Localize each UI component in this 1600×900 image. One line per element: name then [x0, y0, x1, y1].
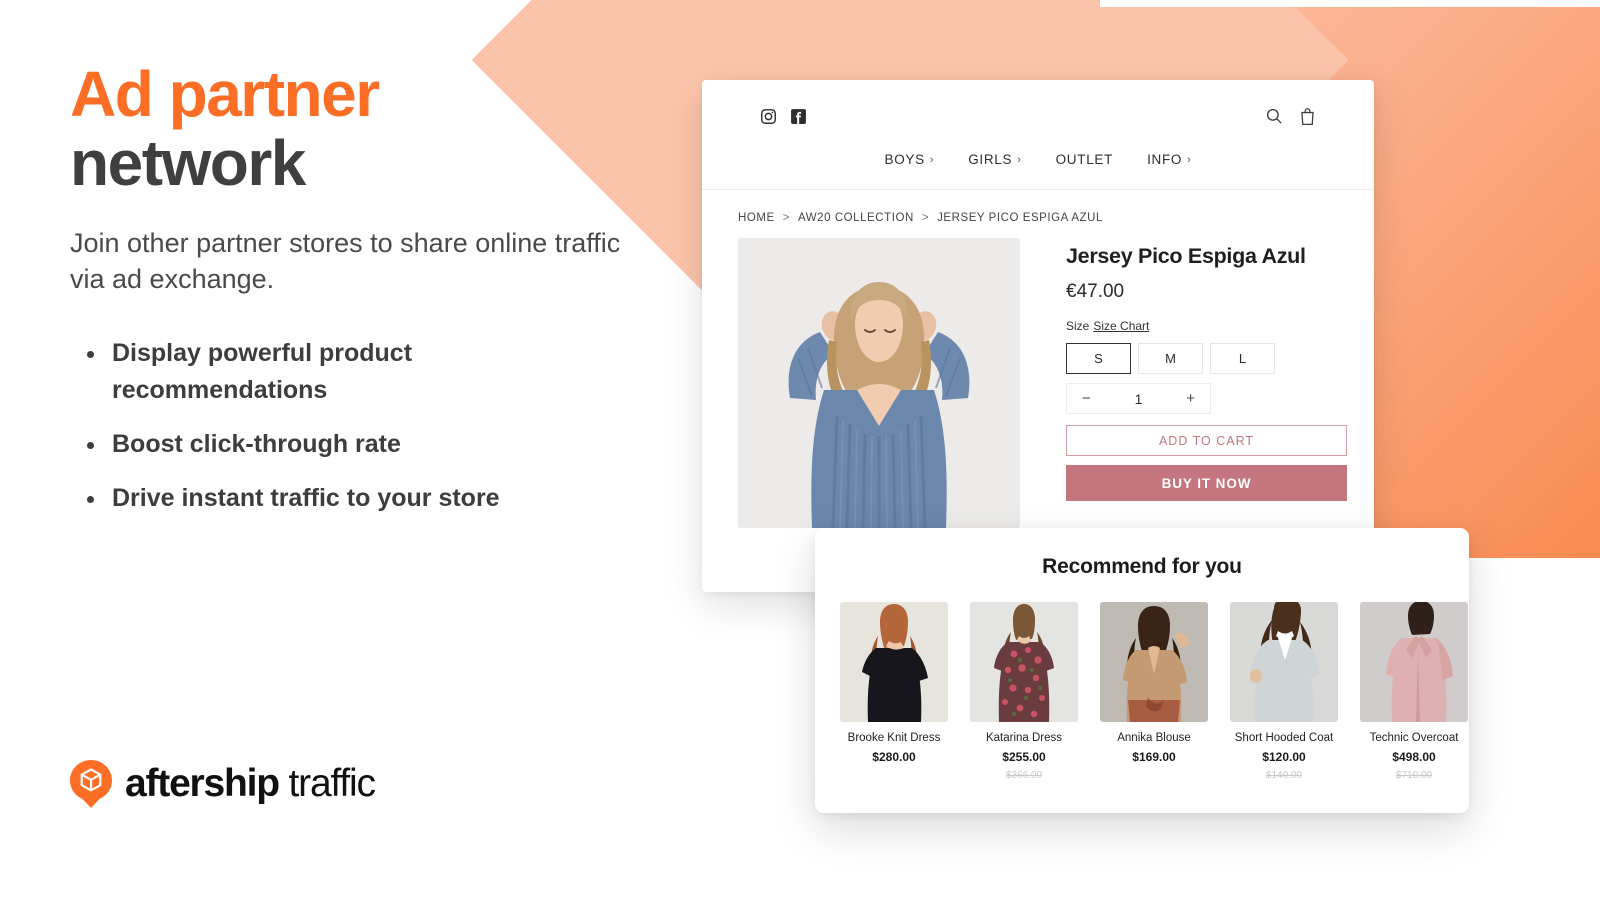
product-thumbnail[interactable] — [1100, 602, 1208, 722]
recommendation-product-list: Brooke Knit Dress $280.00 Katarina Dress… — [815, 579, 1469, 782]
store-actions — [1265, 107, 1316, 126]
product-detail-area: Jersey Pico Espiga Azul €47.00 Size Size … — [702, 224, 1374, 528]
product-thumbnail[interactable] — [1230, 602, 1338, 722]
size-label-row: Size Size Chart — [1066, 319, 1348, 333]
breadcrumb-separator: > — [921, 212, 930, 224]
chevron-right-icon: › — [1187, 153, 1192, 166]
quantity-decrement-button[interactable]: − — [1082, 390, 1091, 407]
aftership-traffic-logo: aftership traffic — [70, 760, 376, 808]
logo-product-text: traffic — [288, 762, 376, 805]
nav-label: BOYS — [884, 152, 925, 167]
nav-item-girls[interactable]: GIRLS › — [968, 152, 1021, 167]
size-chart-link[interactable]: Size Chart — [1093, 319, 1149, 333]
social-links — [760, 108, 807, 125]
size-option-s[interactable]: S — [1066, 343, 1131, 374]
nav-label: GIRLS — [968, 152, 1013, 167]
product-main-image[interactable] — [738, 238, 1020, 528]
nav-item-boys[interactable]: BOYS › — [885, 152, 935, 167]
list-item: Display powerful product recommendations — [70, 335, 630, 409]
aftership-pin-box-icon — [70, 760, 112, 808]
product-name: Katarina Dress — [985, 732, 1063, 744]
list-item[interactable]: Brooke Knit Dress $280.00 — [840, 602, 948, 782]
quantity-value[interactable]: 1 — [1135, 391, 1143, 407]
add-to-cart-button[interactable]: ADD TO CART — [1066, 425, 1347, 456]
product-thumbnail[interactable] — [970, 602, 1078, 722]
size-label: Size — [1066, 319, 1090, 333]
product-title: Jersey Pico Espiga Azul — [1066, 244, 1306, 268]
breadcrumb: HOME > AW20 COLLECTION > JERSEY PICO ESP… — [702, 190, 1374, 224]
product-price: $280.00 — [872, 750, 916, 764]
list-item[interactable]: Annika Blouse $169.00 — [1100, 602, 1208, 782]
list-item[interactable]: Katarina Dress $255.00 $366.00 — [970, 602, 1078, 782]
chevron-right-icon: › — [1017, 153, 1022, 166]
size-selector: S M L — [1066, 343, 1348, 374]
product-compare-price — [840, 770, 948, 782]
store-navigation: BOYS › GIRLS › OUTLET INFO › — [702, 152, 1374, 190]
product-price: $498.00 — [1392, 750, 1436, 764]
list-item: Boost click-through rate — [70, 426, 630, 463]
logo-wordmark: aftership traffic — [125, 762, 376, 806]
headline-accent: Ad partner — [70, 58, 380, 130]
recommendation-panel: Recommend for you Brooke Knit Dress $280… — [815, 528, 1469, 813]
product-price: €47.00 — [1066, 281, 1125, 302]
product-price: $169.00 — [1132, 750, 1176, 764]
facebook-icon[interactable] — [790, 108, 807, 125]
search-icon[interactable] — [1265, 107, 1283, 125]
nav-label: INFO — [1147, 152, 1183, 167]
recommendation-title: Recommend for you — [1042, 555, 1242, 578]
product-price: $120.00 — [1262, 750, 1306, 764]
store-topbar — [702, 80, 1374, 152]
hero-copy-column: Ad partner network Join other partner st… — [70, 58, 690, 534]
shopping-bag-icon[interactable] — [1299, 107, 1316, 126]
product-compare-price: $710.00 — [1395, 770, 1433, 781]
list-item[interactable]: Short Hooded Coat $120.00 $140.00 — [1230, 602, 1338, 782]
size-option-m[interactable]: M — [1138, 343, 1203, 374]
product-compare-price: $366.00 — [1005, 770, 1043, 781]
product-thumbnail[interactable] — [1360, 602, 1468, 722]
logo-brand-text: aftership — [125, 762, 280, 805]
quantity-increment-button[interactable]: + — [1186, 390, 1195, 407]
breadcrumb-item-collection[interactable]: AW20 COLLECTION — [798, 212, 914, 224]
nav-item-info[interactable]: INFO › — [1147, 152, 1191, 167]
headline-rest: network — [70, 127, 306, 200]
product-compare-price: $140.00 — [1265, 770, 1303, 781]
list-item[interactable]: Technic Overcoat $498.00 $710.00 — [1360, 602, 1468, 782]
hero-subheading: Join other partner stores to share onlin… — [70, 228, 621, 294]
feature-bullet-list: Display powerful product recommendations… — [70, 335, 690, 517]
breadcrumb-item-current: JERSEY PICO ESPIGA AZUL — [937, 212, 1103, 224]
product-thumbnail[interactable] — [840, 602, 948, 722]
product-name: Technic Overcoat — [1369, 732, 1459, 744]
chevron-right-icon: › — [929, 153, 935, 166]
product-price: $255.00 — [1002, 750, 1046, 764]
product-compare-price — [1100, 770, 1208, 782]
breadcrumb-separator: > — [782, 212, 790, 224]
product-name: Annika Blouse — [1117, 732, 1191, 744]
nav-label: OUTLET — [1055, 152, 1114, 167]
product-name: Short Hooded Coat — [1234, 732, 1334, 744]
nav-item-outlet[interactable]: OUTLET — [1056, 152, 1113, 167]
breadcrumb-item-home[interactable]: HOME — [738, 212, 775, 224]
top-white-strip — [1100, 0, 1600, 7]
page-title: Ad partner network — [70, 58, 690, 200]
store-preview-card: BOYS › GIRLS › OUTLET INFO › HOME > AW20… — [702, 80, 1374, 592]
instagram-icon[interactable] — [760, 108, 777, 125]
quantity-stepper: − 1 + — [1066, 383, 1211, 414]
product-name: Brooke Knit Dress — [847, 732, 941, 744]
list-item: Drive instant traffic to your store — [70, 480, 630, 517]
product-info-panel: Jersey Pico Espiga Azul €47.00 Size Size … — [1066, 238, 1348, 528]
size-option-l[interactable]: L — [1210, 343, 1275, 374]
buy-it-now-button[interactable]: BUY IT NOW — [1066, 465, 1347, 501]
